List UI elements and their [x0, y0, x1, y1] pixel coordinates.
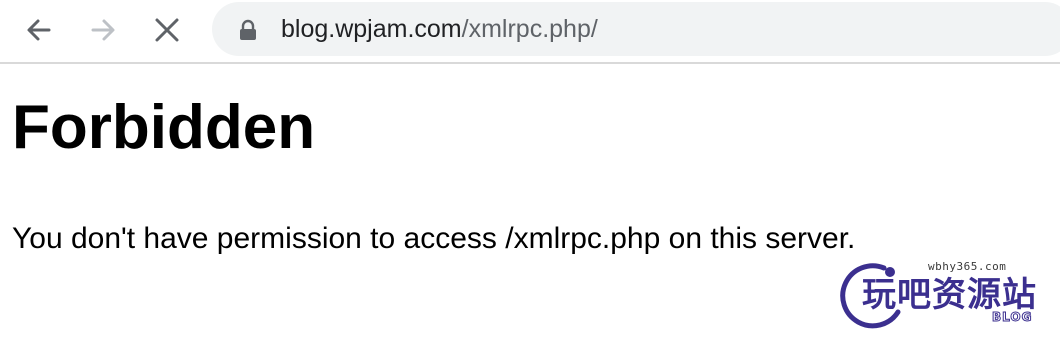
page-title: Forbidden: [12, 93, 316, 162]
url-path: /xmlrpc.php/: [461, 15, 598, 43]
watermark-brand: 玩吧资源站: [862, 275, 1037, 315]
forward-button[interactable]: [81, 8, 125, 52]
address-bar[interactable]: blog.wpjam.com/xmlrpc.php/: [212, 2, 1060, 56]
url-text[interactable]: blog.wpjam.com/xmlrpc.php/: [281, 14, 598, 44]
watermark-tag: BLOG: [991, 310, 1033, 325]
stop-loading-button[interactable]: [145, 8, 189, 52]
browser-toolbar: blog.wpjam.com/xmlrpc.php/: [0, 0, 1060, 64]
arrow-left-icon: [27, 19, 51, 41]
watermark-logo: wbhy365.com 玩吧资源站 BLOG: [832, 256, 1060, 340]
lock-icon[interactable]: [238, 19, 258, 41]
arrow-right-icon: [91, 19, 115, 41]
url-host: blog.wpjam.com: [281, 15, 462, 43]
watermark-site: wbhy365.com: [928, 260, 1007, 273]
close-icon: [155, 18, 179, 42]
back-button[interactable]: [17, 8, 61, 52]
error-message: You don't have permission to access /xml…: [12, 222, 856, 255]
